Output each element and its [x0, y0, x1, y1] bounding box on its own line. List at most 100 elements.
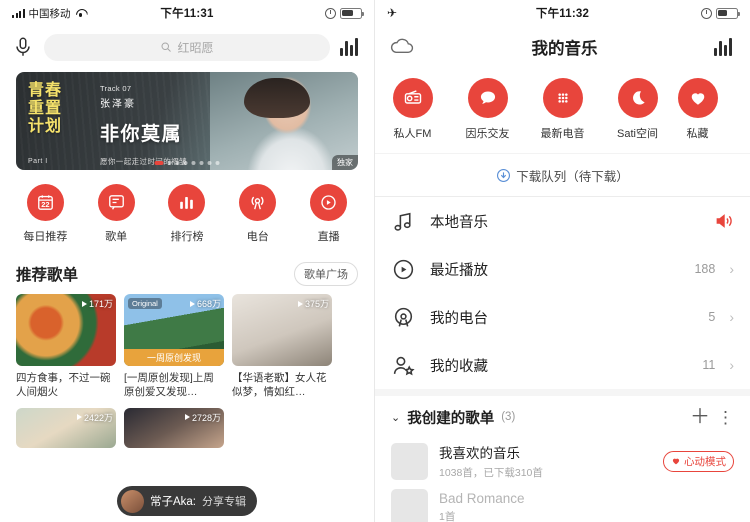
alarm-clock-icon: [701, 7, 712, 19]
row-label: 我的电台: [430, 310, 488, 327]
download-queue-label: 下载队列（待下载）: [516, 170, 629, 184]
section-title: 推荐歌单: [16, 267, 79, 284]
quicknav-item-private-collection[interactable]: 私藏: [675, 78, 720, 141]
heartbeat-mode-button[interactable]: 心动模式: [663, 450, 734, 472]
carrier-label: 中国移动: [28, 7, 71, 20]
playlist-title: 四方食事，不过一碗人间烟火: [16, 372, 111, 399]
right-screen-my-music: ✈ 下午11:32 我的音乐 私人FM 因乐交友 最新电音 Sati空间 私藏 …: [375, 0, 750, 522]
grid-dots-icon: [542, 78, 583, 118]
quicknav-label: 私藏: [686, 128, 709, 140]
playlist-row-favorites[interactable]: 我喜欢的音乐 1038首，已下载310首 心动模式: [375, 438, 750, 484]
quicknav-item-chart[interactable]: 排行榜: [152, 184, 223, 244]
quicknav-label: 歌单: [105, 231, 128, 243]
radio-antenna-icon: [391, 305, 416, 330]
speaker-icon[interactable]: [714, 211, 734, 231]
quicknav-item-live[interactable]: 直播: [293, 184, 364, 244]
playlist-card[interactable]: 171万 四方食事，不过一碗人间烟火: [16, 294, 116, 400]
chevron-right-icon: ›: [729, 357, 734, 373]
playlist-row-bad-romance[interactable]: Bad Romance 1首: [375, 484, 750, 522]
person-star-icon: [391, 353, 416, 378]
equalizer-icon[interactable]: [340, 38, 362, 56]
quicknav-label: 直播: [317, 231, 340, 243]
airplane-mode-icon: ✈: [387, 6, 398, 20]
quicknav-label: Sati空间: [617, 128, 658, 140]
playlist-cover: 375万: [232, 294, 332, 366]
left-top-bar: 红昭愿: [0, 26, 374, 68]
row-my-radio[interactable]: 我的电台 5 ›: [375, 293, 750, 341]
playlist-cover: 2728万: [124, 407, 224, 448]
original-tag: Original: [128, 298, 162, 309]
banner-center-info: Track 07 张泽豪 非你莫属 愿你一起走过时间的褶皱: [100, 84, 187, 167]
row-local-music[interactable]: 本地音乐: [375, 197, 750, 245]
playlist-cover: [391, 488, 428, 522]
search-placeholder: 红昭愿: [177, 40, 214, 55]
quicknav-item-music-friends[interactable]: 因乐交友: [450, 78, 525, 141]
row-my-collection[interactable]: 我的收藏 11 ›: [375, 341, 750, 389]
play-count: 171万: [81, 297, 113, 310]
banner-song-name: 非你莫属: [100, 124, 183, 145]
row-recently-played[interactable]: 最近播放 188 ›: [375, 245, 750, 293]
chevron-right-icon: ›: [729, 309, 734, 325]
created-playlists-count: (3): [501, 411, 516, 423]
playlist-card[interactable]: 2728万: [124, 407, 224, 448]
playlist-card[interactable]: 2422万: [16, 407, 116, 448]
cloud-icon[interactable]: [389, 37, 415, 57]
kebab-menu-icon[interactable]: ⋮: [717, 409, 734, 426]
quicknav-item-radio[interactable]: 电台: [222, 184, 293, 244]
music-note-icon: [391, 209, 416, 234]
banner-left-title: 青春 重置 计划 Part I: [28, 82, 90, 165]
carousel-dots[interactable]: [154, 161, 220, 165]
playlist-card-placeholder: [232, 408, 332, 448]
playlist-square-button[interactable]: 歌单广场: [294, 262, 358, 286]
heart-icon: [672, 458, 680, 465]
signal-bars-icon: [12, 8, 25, 18]
quicknav-item-playlist[interactable]: 歌单: [81, 184, 152, 244]
quicknav-item-latest-electronic[interactable]: 最新电音: [525, 78, 600, 141]
equalizer-icon[interactable]: [714, 38, 736, 56]
playlist-name: 我喜欢的音乐: [439, 446, 520, 461]
play-count: 2422万: [76, 411, 113, 424]
chevron-down-icon[interactable]: ⌄: [391, 411, 400, 424]
playlist-cover: 171万: [16, 294, 116, 366]
right-status-bar: ✈ 下午11:32: [375, 0, 750, 26]
playlist-meta: 1首: [439, 510, 456, 522]
quick-nav-row: 22 每日推荐 歌单 排行榜 电台 直播: [0, 170, 374, 252]
playlist-cover: Original 668万 一周原创发现: [124, 294, 224, 366]
playlist-title: 【华语老歌】女人花似梦，情如红…: [232, 372, 327, 399]
dual-phone-screenshots: 中国移动 下午11:31 红昭愿 青春 重置 计划 Part I Track 0…: [0, 0, 750, 522]
alarm-clock-icon: [325, 7, 336, 19]
play-count: 2728万: [184, 411, 221, 424]
search-icon: [161, 42, 172, 52]
plus-icon[interactable]: ＋: [690, 407, 710, 427]
chevron-right-icon: ›: [729, 261, 734, 277]
moon-icon: [617, 78, 658, 118]
quicknav-item-sati-space[interactable]: Sati空间: [600, 78, 675, 141]
playlist-card[interactable]: Original 668万 一周原创发现 [一周原创发现]上周原创爱又发现…: [124, 294, 224, 400]
quicknav-item-private-fm[interactable]: 私人FM: [375, 78, 450, 141]
heartbeat-mode-label: 心动模式: [684, 455, 726, 468]
row-label: 本地音乐: [430, 214, 488, 231]
quicknav-item-daily[interactable]: 22 每日推荐: [10, 184, 81, 244]
wifi-icon: [75, 8, 87, 18]
banner-title-line2: 重置: [28, 99, 63, 117]
microphone-icon[interactable]: [12, 36, 34, 58]
search-input[interactable]: 红昭愿: [44, 33, 330, 61]
quicknav-label: 排行榜: [170, 231, 204, 243]
playlist-cards-row-2: 2422万 2728万: [0, 407, 374, 448]
chart-bars-icon: [168, 184, 206, 221]
quicknav-label: 私人FM: [393, 128, 432, 140]
right-top-bar: 我的音乐: [375, 26, 750, 68]
recommended-playlists-header: 推荐歌单 歌单广场: [0, 252, 374, 294]
status-time: 下午11:32: [535, 8, 590, 20]
chat-bubble-icon: [467, 78, 508, 118]
history-play-icon: [391, 257, 416, 282]
playlist-card[interactable]: 375万 【华语老歌】女人花似梦，情如红…: [232, 294, 332, 400]
mini-player-bar[interactable]: 常子Aka: 分享专辑: [116, 486, 258, 516]
left-screen-discover: 中国移动 下午11:31 红昭愿 青春 重置 计划 Part I Track 0…: [0, 0, 375, 522]
banner-carousel[interactable]: 青春 重置 计划 Part I Track 07 张泽豪 非你莫属 愿你一起走过…: [0, 68, 374, 170]
row-label: 我的收藏: [430, 358, 488, 375]
calendar-icon: 22: [26, 184, 64, 221]
banner-slide[interactable]: 青春 重置 计划 Part I Track 07 张泽豪 非你莫属 愿你一起走过…: [16, 72, 358, 170]
created-playlists-header[interactable]: ⌄ 我创建的歌单 (3) ＋ ⋮: [375, 396, 750, 438]
download-queue-row[interactable]: 下载队列（待下载）: [375, 153, 750, 197]
